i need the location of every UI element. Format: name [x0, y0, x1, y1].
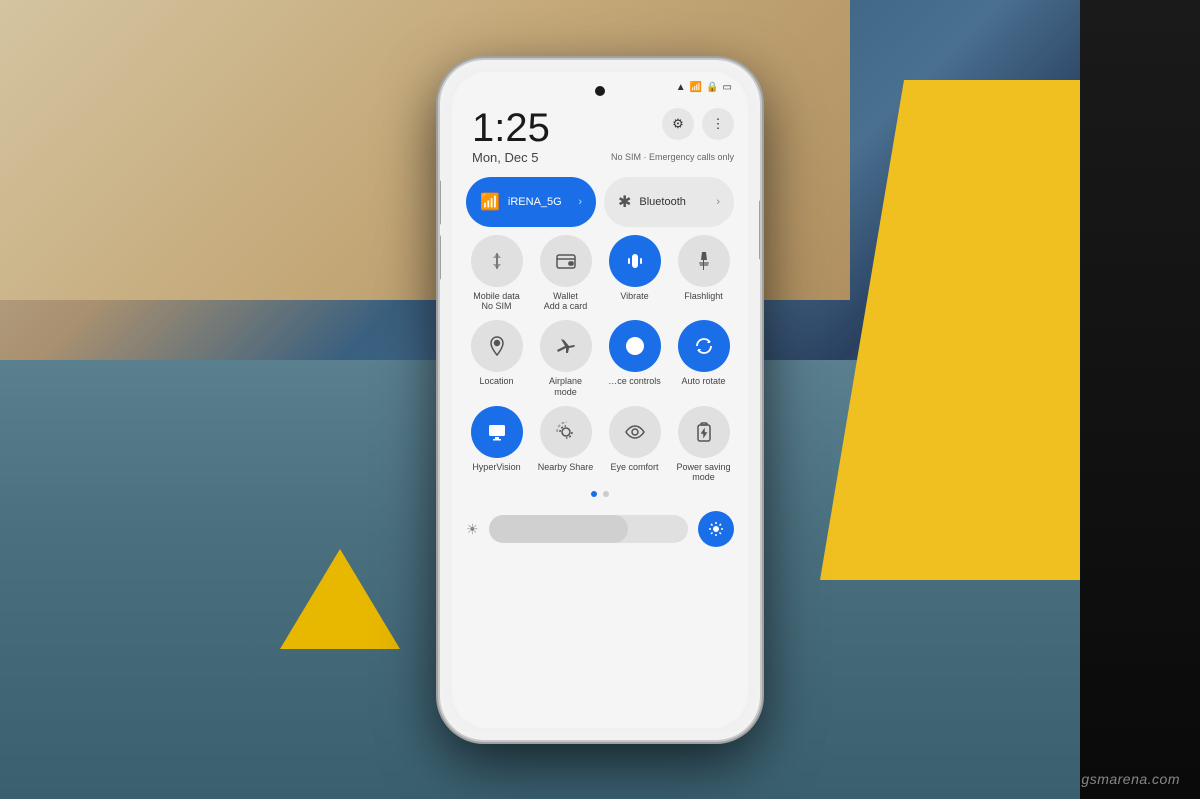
flashlight-tile[interactable]: Flashlight — [673, 235, 734, 313]
wifi-status-icon: ▲ — [676, 82, 686, 93]
dot-1 — [591, 491, 597, 497]
top-right-buttons: ⚙ ⋮ — [662, 108, 734, 140]
bluetooth-tile-icon: ✱ — [618, 192, 631, 212]
status-icons: ▲ 📶 🔒 ▭ — [676, 82, 732, 93]
phone-body: ▲ 📶 🔒 ▭ 1:25 Mon, Dec 5 ⚙ ⋮ No SIM · Eme… — [440, 60, 760, 740]
wifi-tile-label: iRENA_5G — [508, 196, 570, 208]
location-tile[interactable]: Location — [466, 320, 527, 398]
auto-rotate-label: Auto rotate — [681, 376, 725, 387]
location-label: Location — [479, 376, 513, 387]
wifi-tile-chevron: › — [578, 196, 582, 208]
auto-rotate-tile[interactable]: Auto rotate — [673, 320, 734, 398]
device-controls-label: …ce controls — [608, 376, 661, 387]
lock-status-icon: 🔒 — [706, 82, 718, 93]
hypervision-label: HyperVision — [472, 462, 520, 473]
device-controls-icon — [609, 320, 661, 372]
volume-up-button[interactable] — [440, 180, 441, 225]
clock-area: 1:25 Mon, Dec 5 — [472, 108, 550, 165]
settings-button[interactable]: ⚙ — [662, 108, 694, 140]
front-camera — [595, 86, 605, 96]
airplane-icon — [540, 320, 592, 372]
clock-time: 1:25 — [472, 108, 550, 148]
flashlight-label: Flashlight — [684, 291, 723, 302]
nearby-share-tile[interactable]: Nearby Share — [535, 406, 596, 484]
hypervision-icon — [471, 406, 523, 458]
battery-status-icon: ▭ — [723, 82, 732, 93]
power-button[interactable] — [759, 200, 760, 260]
vibrate-icon — [609, 235, 661, 287]
bg-black-right — [1080, 0, 1200, 799]
device-controls-tile[interactable]: …ce controls — [604, 320, 665, 398]
brightness-fill — [489, 515, 629, 543]
eye-comfort-tile[interactable]: Eye comfort — [604, 406, 665, 484]
vibrate-label: Vibrate — [620, 291, 648, 302]
mobile-data-label: Mobile dataNo SIM — [473, 291, 520, 313]
location-icon — [471, 320, 523, 372]
quick-tiles-grid-row2: Location Airplanemode — [466, 320, 734, 398]
more-button[interactable]: ⋮ — [702, 108, 734, 140]
wallet-tile[interactable]: WalletAdd a card — [535, 235, 596, 313]
quick-tiles-grid-row1: Mobile dataNo SIM WalletAdd a card — [466, 235, 734, 313]
wifi-tile-icon: 📶 — [480, 192, 500, 212]
brightness-low-icon: ☀ — [466, 521, 479, 538]
bluetooth-tile-label: Bluetooth — [639, 196, 708, 208]
sim-status-text: No SIM · Emergency calls only — [611, 152, 734, 162]
hypervision-tile[interactable]: HyperVision — [466, 406, 527, 484]
wallet-icon — [540, 235, 592, 287]
auto-rotate-icon — [678, 320, 730, 372]
bluetooth-tile[interactable]: ✱ Bluetooth › — [604, 177, 734, 227]
power-saving-icon — [678, 406, 730, 458]
wallet-label: WalletAdd a card — [544, 291, 588, 313]
pagination-dots — [466, 491, 734, 497]
clock-date: Mon, Dec 5 — [472, 150, 550, 165]
volume-down-button[interactable] — [440, 235, 441, 280]
wifi-tile[interactable]: 📶 iRENA_5G › — [466, 177, 596, 227]
brightness-row: ☀ — [466, 503, 734, 555]
nearby-share-label: Nearby Share — [538, 462, 594, 473]
power-saving-label: Power savingmode — [676, 462, 730, 484]
airplane-label: Airplanemode — [549, 376, 582, 398]
quick-tiles-grid-row3: HyperVision Nearby Share — [466, 406, 734, 484]
brightness-slider[interactable] — [489, 515, 688, 543]
watermark-text: gsmarena.com — [1081, 771, 1180, 787]
signal-status-icon: 📶 — [690, 82, 702, 93]
brightness-high-button[interactable] — [698, 511, 734, 547]
flashlight-icon — [678, 235, 730, 287]
dot-2 — [603, 491, 609, 497]
eye-comfort-icon — [609, 406, 661, 458]
nearby-share-icon — [540, 406, 592, 458]
quick-tiles-panel: 📶 iRENA_5G › ✱ Bluetooth › — [466, 177, 734, 556]
airplane-tile[interactable]: Airplanemode — [535, 320, 596, 398]
phone-wrapper: ▲ 📶 🔒 ▭ 1:25 Mon, Dec 5 ⚙ ⋮ No SIM · Eme… — [440, 60, 760, 740]
vibrate-tile[interactable]: Vibrate — [604, 235, 665, 313]
wide-tiles-row: 📶 iRENA_5G › ✱ Bluetooth › — [466, 177, 734, 227]
mobile-data-icon — [471, 235, 523, 287]
phone-screen: ▲ 📶 🔒 ▭ 1:25 Mon, Dec 5 ⚙ ⋮ No SIM · Eme… — [452, 72, 748, 728]
power-saving-tile[interactable]: Power savingmode — [673, 406, 734, 484]
mobile-data-tile[interactable]: Mobile dataNo SIM — [466, 235, 527, 313]
bluetooth-tile-chevron: › — [716, 196, 720, 208]
eye-comfort-label: Eye comfort — [610, 462, 658, 473]
